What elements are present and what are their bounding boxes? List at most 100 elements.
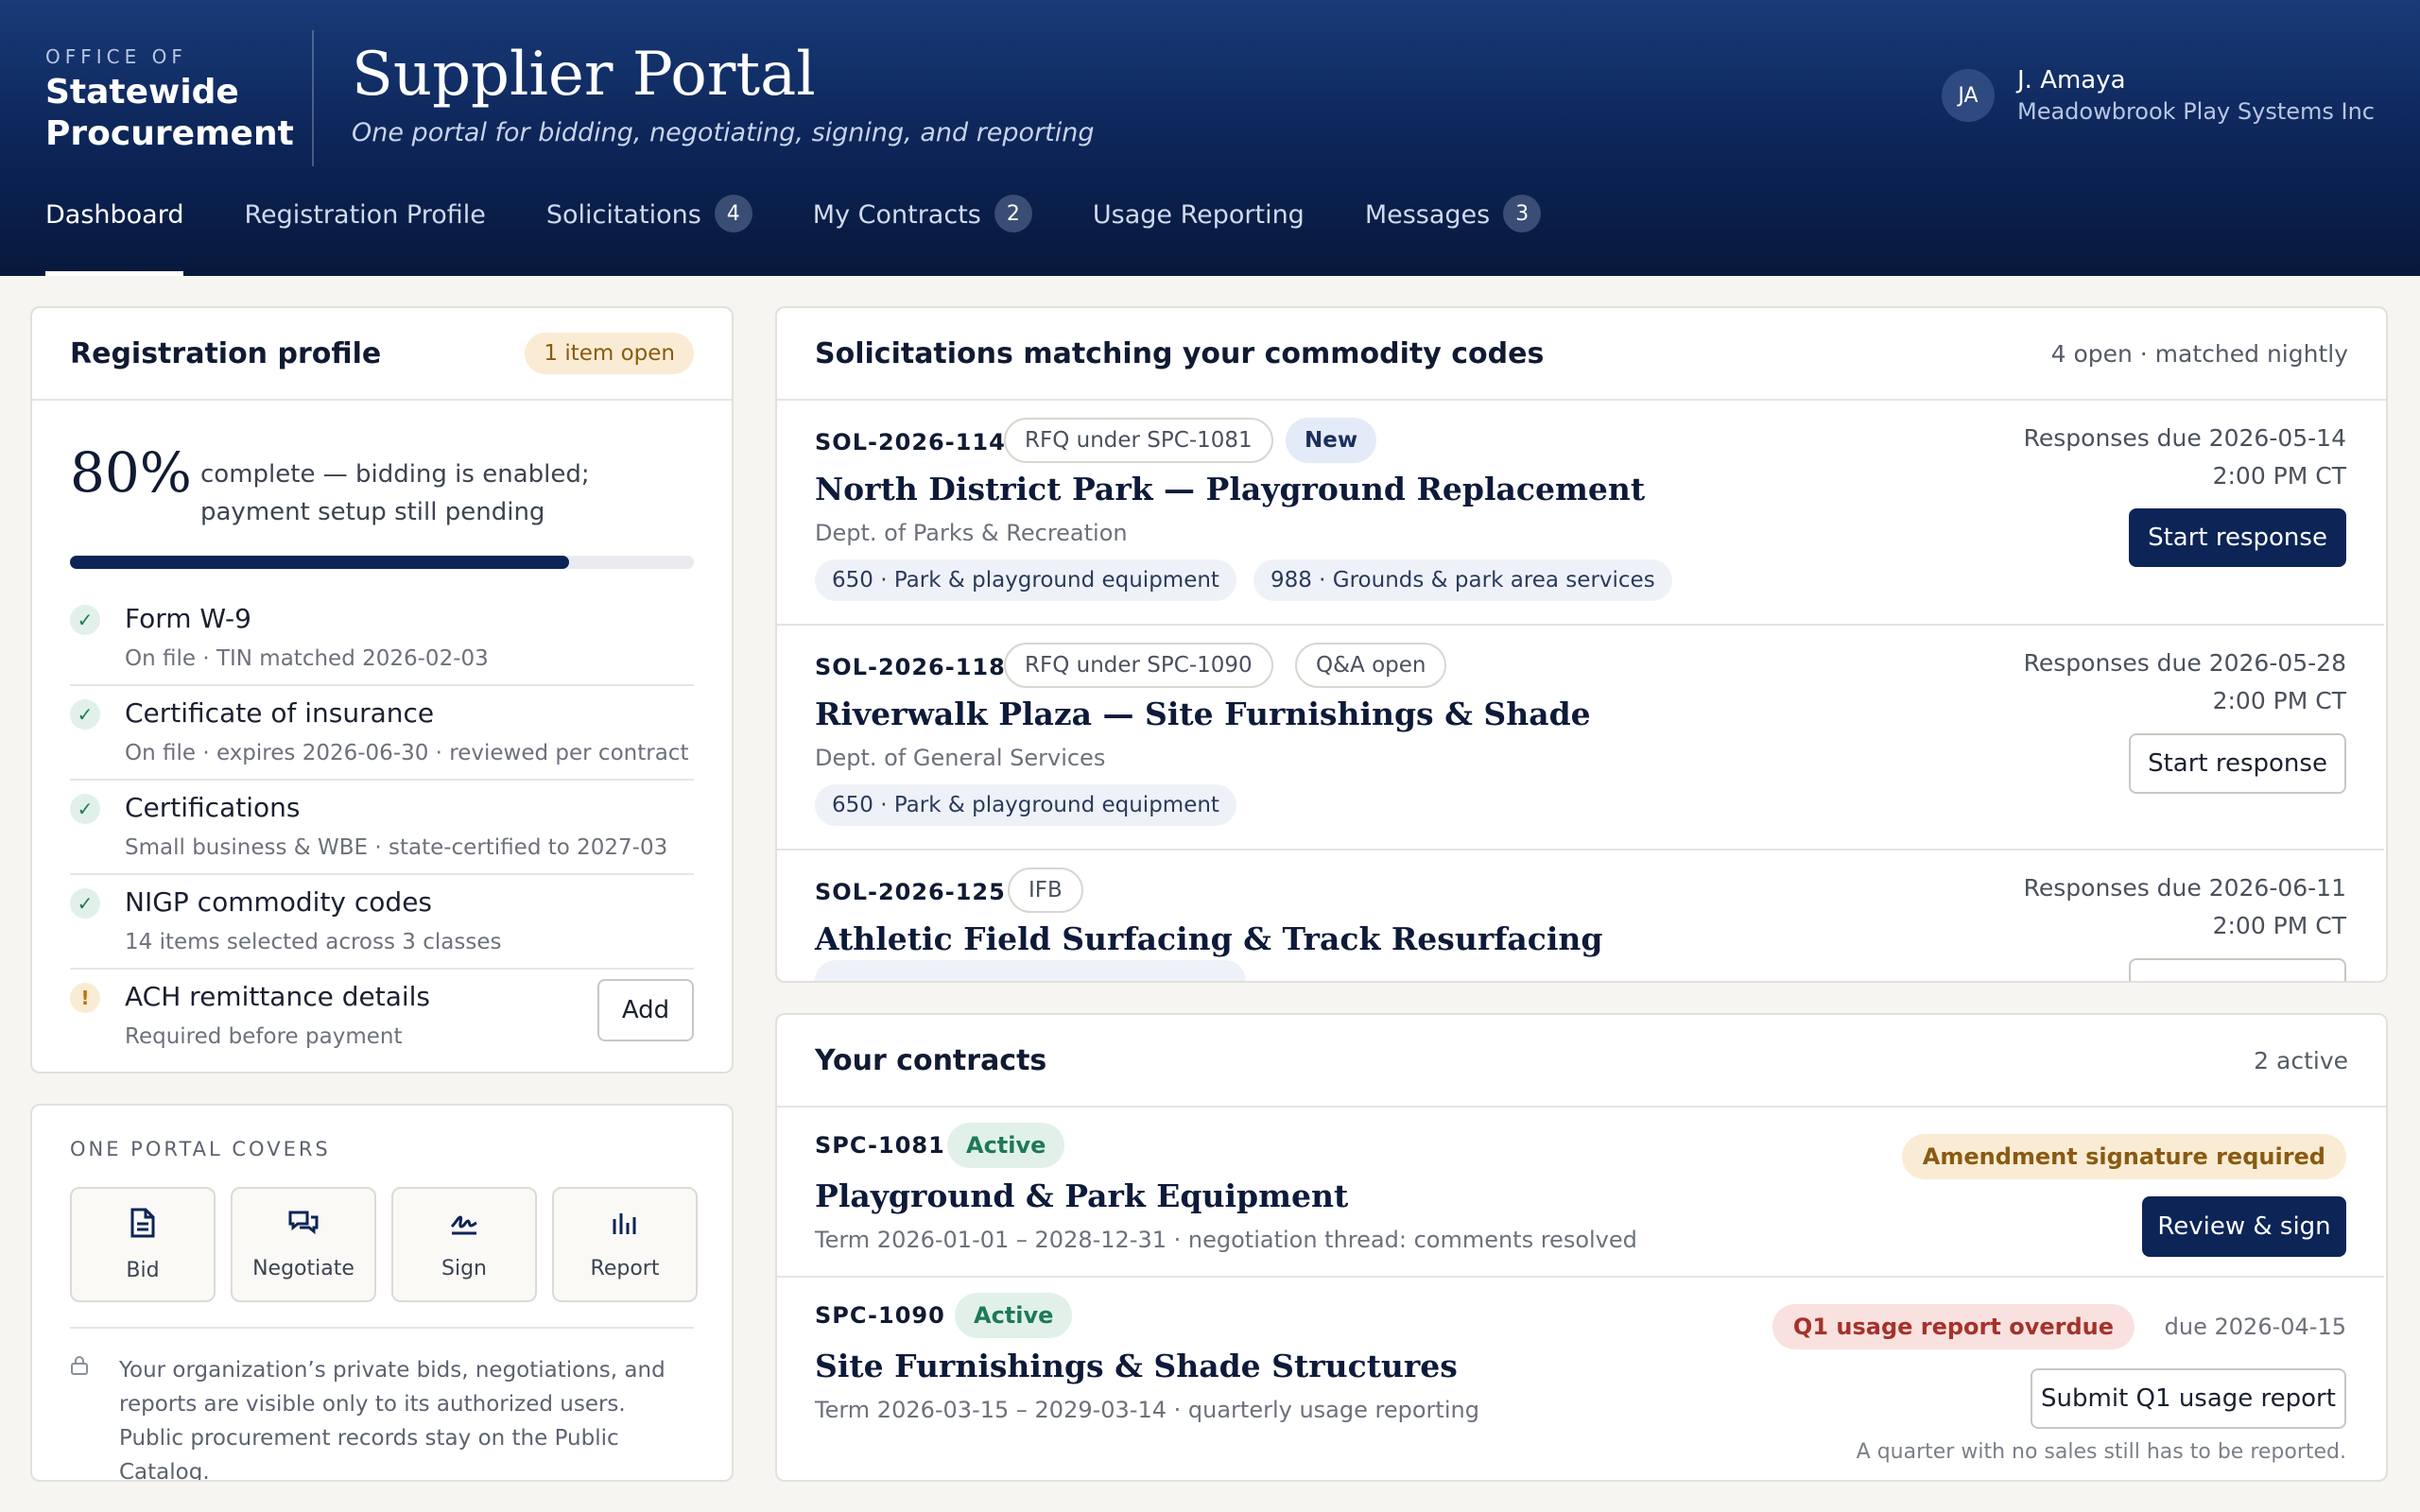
card-header: Solicitations matching your commodity co… [777,308,2386,401]
checklist-item-insurance[interactable]: ✓ Certificate of insurance On file · exp… [70,686,694,781]
add-ach-button[interactable]: Add [597,979,694,1041]
item-subtitle: On file · expires 2026-06-30 · reviewed … [125,741,689,765]
tile-label: Sign [441,1256,487,1280]
review-sign-button[interactable]: Review & sign [2142,1196,2346,1257]
brand-logo[interactable]: OFFICE OF Statewide Procurement [45,45,294,155]
contract-row[interactable]: SPC-1081 Active Playground & Park Equipm… [777,1108,2384,1278]
item-title: Form W-9 [125,603,251,634]
item-title: Certificate of insurance [125,697,435,729]
tile-sign[interactable]: Sign [391,1187,537,1302]
checklist-item-commodity-codes[interactable]: ✓ NIGP commodity codes 14 items selected… [70,875,694,970]
tile-bid[interactable]: Bid [70,1187,216,1302]
user-org: Meadowbrook Play Systems Inc [2017,98,2375,125]
contract-title[interactable]: Site Furnishings & Shade Structures [815,1348,1458,1384]
card-header: Registration profile 1 item open [32,308,732,401]
brand-small: OFFICE OF [45,45,187,68]
item-subtitle: Required before payment [125,1024,403,1049]
help-note: A quarter with no sales still has to be … [1856,1440,2346,1464]
solicitation-row[interactable]: SOL-2026-125 IFB Athletic Field Surfacin… [777,850,2384,981]
header-divider [312,30,314,166]
due-text: Responses due 2026-05-28 [2023,649,2346,677]
solicitation-title[interactable]: Athletic Field Surfacing & Track Resurfa… [815,920,1603,957]
item-title: NIGP commodity codes [125,886,433,918]
solicitations-count-badge: 4 [714,195,752,232]
start-response-button[interactable] [2129,958,2346,981]
section-label: ONE PORTAL COVERS [70,1138,331,1160]
start-response-button[interactable]: Start response [2129,508,2346,567]
tile-report[interactable]: Report [552,1187,698,1302]
solicitation-row[interactable]: SOL-2026-118 RFQ under SPC-1090 Q&A open… [777,626,2384,850]
start-response-button[interactable]: Start response [2129,733,2346,794]
tab-label: My Contracts [812,200,981,230]
progress-bar [70,556,694,569]
status-badge: Active [955,1293,1073,1338]
due-time: 2:00 PM CT [2212,912,2346,939]
due-text: Responses due 2026-06-11 [2023,874,2346,902]
messages-count-badge: 3 [1503,195,1542,232]
privacy-note: Your organization’s private bids, negoti… [70,1353,694,1482]
tab-label: Dashboard [45,200,184,230]
solicitation-row[interactable]: SOL-2026-114 RFQ under SPC-1081 New Nort… [777,401,2384,626]
contract-term: Term 2026-03-15 – 2029-03-14 · quarterly… [815,1397,1479,1423]
avatar[interactable]: JA [1942,69,1995,122]
tab-messages[interactable]: Messages 3 [1365,195,1542,276]
tab-registration-profile[interactable]: Registration Profile [244,200,485,276]
lock-icon [70,1353,119,1480]
alert-badge: Amendment signature required [1901,1134,2346,1179]
status-badge: 1 item open [525,333,694,374]
due-time: 2:00 PM CT [2212,687,2346,714]
commodity-chips [815,960,1263,981]
commodity-chips: 650 · Park & playground equipment 988 · … [815,559,1689,601]
contract-title[interactable]: Playground & Park Equipment [815,1177,1348,1214]
tab-solicitations[interactable]: Solicitations 4 [545,195,752,276]
card-title: Solicitations matching your commodity co… [815,336,1545,370]
main-nav: Dashboard Registration Profile Solicitat… [45,195,1601,276]
item-title: ACH remittance details [125,981,431,1012]
due-date: Responses due 2026-05-28 2:00 PM CT [2024,644,2346,720]
document-icon [130,1208,156,1246]
item-subtitle: Small business & WBE · state-certified t… [125,835,668,860]
portal-covers-card: ONE PORTAL COVERS Bid Negotiate Sign Rep… [30,1104,734,1482]
alert-badge: Q1 usage report overdue [1772,1304,2135,1349]
due-date: Responses due 2026-05-14 2:00 PM CT [2024,420,2346,495]
tile-label: Bid [126,1258,160,1282]
completion-text: complete — bidding is enabled; payment s… [200,460,590,526]
qa-open-badge: Q&A open [1295,643,1447,688]
card-meta: 2 active [2254,1046,2348,1074]
due-text: Responses due 2026-05-14 [2023,424,2346,452]
solicitation-title[interactable]: Riverwalk Plaza — Site Furnishings & Sha… [815,696,1591,732]
department: Dept. of General Services [815,745,1106,771]
contract-term: Term 2026-01-01 – 2028-12-31 · negotiati… [815,1227,1637,1253]
department: Dept. of Parks & Recreation [815,520,1128,546]
user-menu[interactable]: JA J. Amaya Meadowbrook Play Systems Inc [1942,66,2375,125]
checklist-item-w9[interactable]: ✓ Form W-9 On file · TIN matched 2026-02… [70,592,694,686]
contract-id: SPC-1090 [815,1302,945,1329]
tile-label: Negotiate [252,1256,354,1280]
due-date: Responses due 2026-06-11 2:00 PM CT [2024,869,2346,945]
page-title: Supplier Portal [352,40,816,110]
type-tag: RFQ under SPC-1090 [1004,643,1273,688]
due-date: due 2026-04-15 [2164,1314,2346,1340]
due-time: 2:00 PM CT [2212,462,2346,490]
tile-negotiate[interactable]: Negotiate [231,1187,376,1302]
status-badge: Active [947,1123,1065,1168]
type-tag: IFB [1008,868,1083,913]
card-title: Your contracts [815,1043,1047,1077]
privacy-text: Your organization’s private bids, negoti… [119,1358,666,1482]
type-tag: RFQ under SPC-1081 [1004,418,1273,463]
contract-id: SPC-1081 [815,1132,945,1159]
progress-fill [70,556,569,569]
tab-label: Solicitations [545,200,701,230]
checklist-item-certifications[interactable]: ✓ Certifications Small business & WBE · … [70,781,694,875]
item-subtitle: On file · TIN matched 2026-02-03 [125,646,489,671]
tab-label: Usage Reporting [1092,200,1305,230]
new-badge: New [1286,418,1377,463]
submit-usage-report-button[interactable]: Submit Q1 usage report [2031,1368,2346,1429]
tab-usage-reporting[interactable]: Usage Reporting [1093,200,1305,276]
contract-row[interactable]: SPC-1090 Active Site Furnishings & Shade… [777,1278,2384,1480]
tab-dashboard[interactable]: Dashboard [45,200,184,276]
chat-bubbles-icon [288,1210,319,1244]
solicitation-title[interactable]: North District Park — Playground Replace… [815,471,1645,507]
tab-my-contracts[interactable]: My Contracts 2 [812,195,1032,276]
contracts-count-badge: 2 [994,195,1032,232]
